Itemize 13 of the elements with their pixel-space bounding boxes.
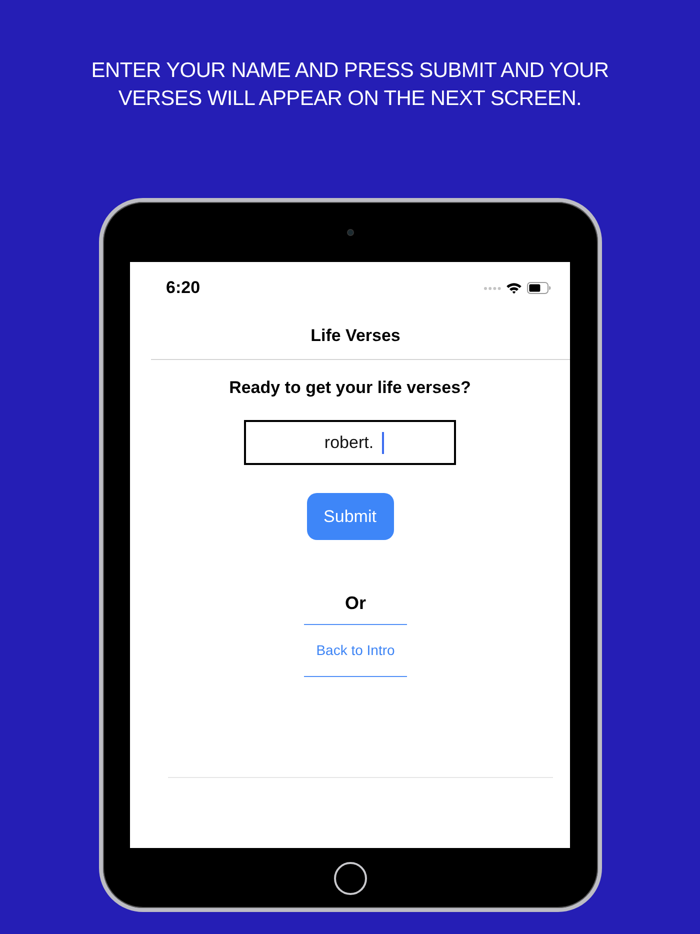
home-button[interactable] (334, 862, 366, 894)
prompt-text: Ready to get your life verses? (229, 377, 471, 399)
name-field[interactable]: robert. (244, 420, 456, 465)
back-to-intro-link[interactable]: Back to Intro (304, 624, 407, 677)
wifi-icon (506, 282, 522, 294)
signal-icon (484, 286, 501, 290)
instruction-text: ENTER YOUR NAME AND PRESS SUBMIT AND YOUR VERSES WILL APPEAR ON THE NEXT SCREEN. (90, 58, 610, 112)
nav-title: Life Verses (310, 325, 402, 347)
submit-button[interactable]: Submit (306, 493, 394, 540)
camera-icon (346, 228, 354, 236)
status-time: 6:20 (166, 278, 200, 298)
or-label: Or (344, 592, 366, 614)
battery-icon (527, 282, 551, 294)
